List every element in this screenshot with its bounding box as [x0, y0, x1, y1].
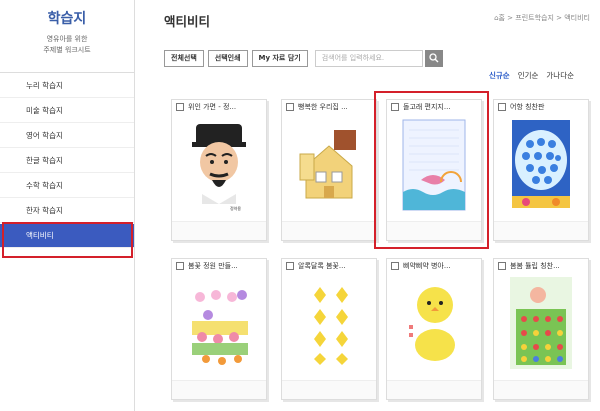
- sidebar-item-hangul[interactable]: 한글 학습지: [0, 148, 134, 173]
- search-icon: [429, 53, 439, 63]
- worksheet-card[interactable]: 어항 칭찬판: [493, 99, 589, 241]
- sidebar-item-nuri[interactable]: 누리 학습지: [0, 73, 134, 98]
- sidebar: 학습지 영유아를 위한 주제별 워크시트 누리 학습지 미술 학습지 영어 학습…: [0, 0, 135, 411]
- toolbar: 전체선택 선택인쇄 My 자료 담기 검색어를 입력하세요.: [164, 49, 443, 67]
- chick-thumbnail: [409, 287, 455, 361]
- sort-popular[interactable]: 인기순: [518, 70, 539, 81]
- sidebar-item-math[interactable]: 수학 학습지: [0, 173, 134, 198]
- card-checkbox[interactable]: [391, 262, 399, 270]
- sidebar-subtitle-line1: 영유아를 위한: [46, 35, 88, 43]
- sort-options: 신규순 인기순 가나다순: [489, 70, 574, 81]
- card-title: 봄봄 튤립 칭찬...: [510, 262, 560, 270]
- select-all-button[interactable]: 전체선택: [164, 49, 204, 67]
- card-checkbox[interactable]: [176, 262, 184, 270]
- search-input[interactable]: 검색어를 입력하세요.: [314, 49, 423, 67]
- card-checkbox[interactable]: [176, 103, 184, 111]
- print-selected-button[interactable]: 선택인쇄: [207, 49, 248, 67]
- worksheet-card[interactable]: 알록달록 봄꽃...: [281, 258, 377, 400]
- card-title: 삐약삐약 병아...: [403, 262, 451, 270]
- worksheet-card[interactable]: 위인 가면 - 정... 정약용: [171, 99, 267, 241]
- page-title: 액티비티: [164, 14, 211, 29]
- card-title: 어항 칭찬판: [510, 103, 545, 111]
- worksheet-card[interactable]: 봄봄 튤립 칭찬...: [493, 258, 589, 400]
- sidebar-title: 학습지: [47, 11, 87, 27]
- house-papercraft-thumbnail: [299, 130, 356, 199]
- flower-garden-thumbnail: [192, 290, 248, 365]
- card-checkbox[interactable]: [286, 103, 294, 111]
- add-to-my-button[interactable]: My 자료 담기: [251, 49, 308, 67]
- sort-alpha[interactable]: 가나다순: [546, 70, 574, 81]
- card-title: 뻥복한 우리집 ...: [298, 103, 348, 111]
- highlight-box-card: [374, 91, 489, 249]
- mask-thumbnail: 정약용: [192, 124, 246, 211]
- card-title: 봄꽃 정원 만들...: [188, 262, 238, 270]
- breadcrumb[interactable]: ⌂홈 > 프린트학습지 > 액티비티: [494, 13, 590, 23]
- highlight-box-sidebar: [2, 222, 133, 258]
- worksheet-card[interactable]: 뻥복한 우리집 ...: [281, 99, 377, 241]
- card-checkbox[interactable]: [498, 262, 506, 270]
- mask-caption: 정약용: [230, 205, 241, 211]
- spring-flowers-thumbnail: [314, 287, 348, 365]
- card-checkbox[interactable]: [498, 103, 506, 111]
- sort-newest[interactable]: 신규순: [489, 70, 510, 81]
- sidebar-item-hanja[interactable]: 한자 학습지: [0, 198, 134, 223]
- worksheet-card[interactable]: 봄꽃 정원 만들...: [171, 258, 267, 400]
- search-button[interactable]: [424, 49, 443, 67]
- fishbowl-chart-thumbnail: [512, 120, 570, 208]
- sidebar-subtitle-line2: 주제별 워크시트: [43, 46, 91, 54]
- card-checkbox[interactable]: [286, 262, 294, 270]
- card-title: 알록달록 봄꽃...: [298, 262, 346, 270]
- worksheet-card[interactable]: 삐약삐약 병아...: [386, 258, 482, 400]
- sidebar-item-english[interactable]: 영어 학습지: [0, 123, 134, 148]
- sidebar-item-art[interactable]: 미술 학습지: [0, 98, 134, 123]
- tulip-chart-thumbnail: [510, 277, 572, 369]
- sidebar-subtitle: 영유아를 위한 주제별 워크시트: [0, 34, 134, 56]
- card-title: 위인 가면 - 정...: [188, 103, 237, 111]
